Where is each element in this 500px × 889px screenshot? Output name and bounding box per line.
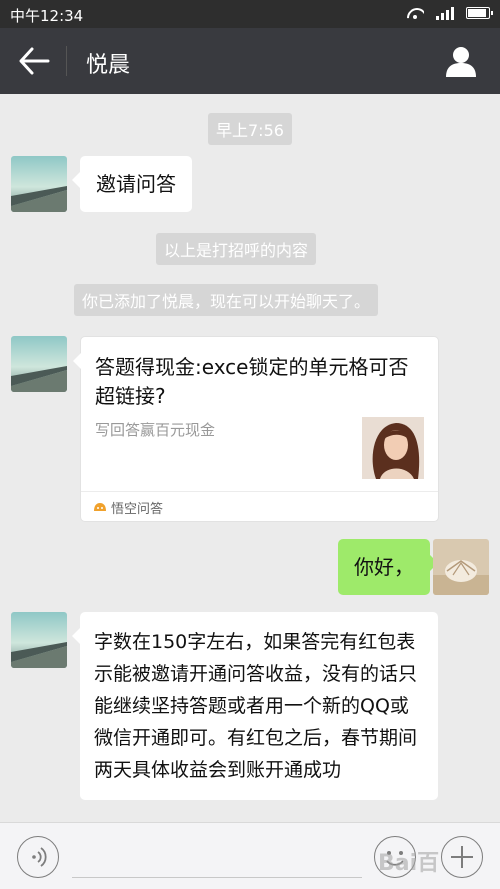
- contact-avatar[interactable]: [11, 156, 67, 212]
- plus-icon: [451, 846, 473, 868]
- chat-header: 悦晨: [0, 28, 500, 94]
- contact-avatar[interactable]: [11, 612, 67, 668]
- shared-link-card[interactable]: 答题得现金:exce锁定的单元格可否超链接? 写回答赢百元现金 悟空问答: [73, 336, 439, 522]
- card-description: 写回答赢百元现金: [95, 421, 216, 439]
- back-arrow-icon[interactable]: [18, 46, 50, 76]
- watermark-text: Bai百: [378, 851, 440, 876]
- more-options-button[interactable]: [441, 836, 483, 878]
- status-bar: 中午12:34: [0, 0, 500, 28]
- wifi-icon: [406, 6, 424, 20]
- battery-icon: [466, 7, 493, 19]
- message-timestamp: 早上7:56: [208, 113, 292, 145]
- card-source: 悟空问答: [111, 502, 164, 517]
- contact-profile-icon[interactable]: [444, 44, 478, 78]
- system-notice: 你已添加了悦晨，现在可以开始聊天了。: [74, 284, 379, 316]
- voice-icon: [32, 847, 47, 867]
- pier-avatar-image: [11, 612, 67, 668]
- incoming-message-bubble[interactable]: 邀请问答: [72, 156, 192, 212]
- card-footer: 悟空问答: [81, 491, 438, 521]
- input-bar: Bai百: [0, 822, 500, 889]
- outgoing-message-bubble[interactable]: 你好，: [338, 539, 438, 595]
- signal-icon: [436, 6, 454, 20]
- message-input-field[interactable]: [72, 877, 362, 878]
- message-list[interactable]: 早上7:56 邀请问答 以上是打招呼的内容 你已添加了悦晨，现在可以开始聊天了。…: [0, 94, 500, 822]
- status-time: 中午12:34: [10, 7, 84, 25]
- header-divider: [66, 46, 67, 76]
- girl-photo-image: [362, 417, 424, 479]
- seashell-avatar-image: [433, 539, 489, 595]
- pier-avatar-image: [11, 336, 67, 392]
- pier-avatar-image: [11, 156, 67, 212]
- status-icons: [406, 6, 493, 20]
- chat-title: 悦晨: [86, 53, 131, 78]
- contact-avatar[interactable]: [11, 336, 67, 392]
- card-thumbnail: [362, 417, 424, 479]
- incoming-message-bubble[interactable]: 字数在150字左右，如果答完有红包表示能被邀请开通问答收益，没有的话只能继续坚持…: [72, 612, 438, 800]
- my-avatar[interactable]: [433, 539, 489, 595]
- wukong-logo-icon: [94, 503, 106, 511]
- card-title: 答题得现金:exce锁定的单元格可否超链接?: [95, 355, 409, 408]
- voice-input-button[interactable]: [17, 836, 59, 878]
- system-notice: 以上是打招呼的内容: [156, 233, 317, 265]
